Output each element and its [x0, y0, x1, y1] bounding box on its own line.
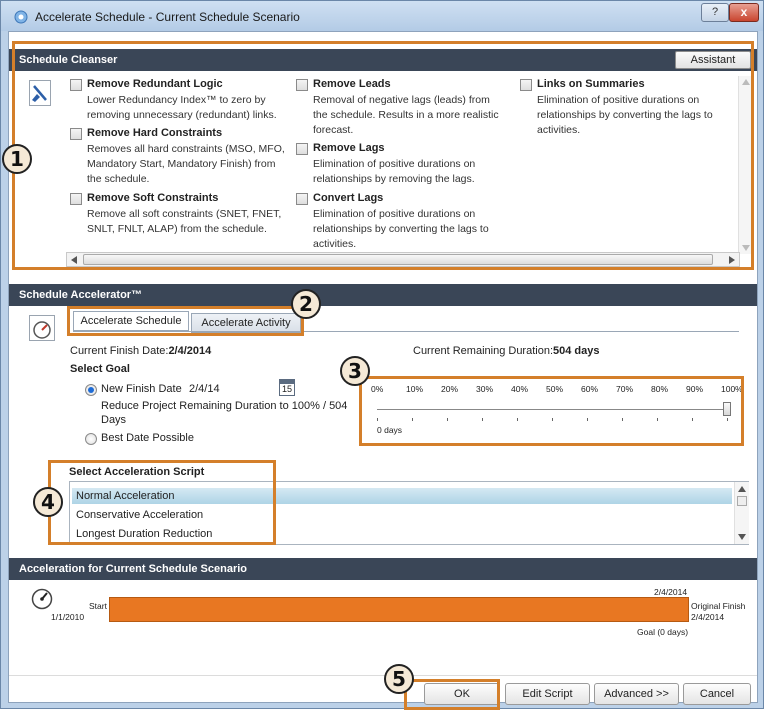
accelerator-gauge-icon — [29, 315, 55, 341]
scenario-speedometer-icon — [31, 588, 53, 610]
best-date-radio[interactable] — [85, 433, 97, 445]
original-finish-label: Original Finish — [691, 601, 746, 611]
original-finish-date: 2/4/2014 — [691, 612, 725, 622]
callout-badge-2: 2 — [291, 289, 321, 319]
callout-frame-slider — [359, 376, 744, 446]
callout-frame-tabs — [67, 306, 304, 336]
callout-badge-5: 5 — [384, 664, 414, 694]
reduce-duration-text: Reduce Project Remaining Duration to 100… — [101, 400, 348, 426]
app-icon — [14, 10, 28, 24]
advanced-button[interactable]: Advanced >> — [594, 683, 679, 705]
select-goal-heading: Select Goal — [70, 363, 130, 375]
callout-badge-4: 4 — [33, 487, 63, 517]
start-date: 1/1/2010 — [51, 612, 85, 622]
script-scroll-thumb[interactable] — [737, 496, 747, 506]
callout-badge-3: 3 — [340, 356, 370, 386]
best-date-label: Best Date Possible — [101, 432, 194, 444]
scenario-header: Acceleration for Current Schedule Scenar… — [9, 558, 757, 580]
calendar-icon[interactable]: 15 — [279, 379, 295, 396]
scenario-title: Acceleration for Current Schedule Scenar… — [19, 563, 248, 575]
accelerator-title: Schedule Accelerator™ — [19, 289, 143, 301]
callout-badge-1: 1 — [2, 144, 32, 174]
help-button[interactable]: ? — [701, 3, 729, 22]
script-list-scrollbar[interactable] — [734, 482, 749, 544]
footer-divider — [9, 675, 757, 676]
start-label: Start — [89, 601, 107, 611]
dialog-window: Accelerate Schedule - Current Schedule S… — [0, 0, 764, 710]
accelerator-header: Schedule Accelerator™ — [9, 284, 757, 306]
script-scroll-up-icon[interactable] — [738, 486, 746, 492]
cancel-button[interactable]: Cancel — [683, 683, 751, 705]
callout-frame-script — [48, 460, 276, 545]
new-finish-date-label: New Finish Date — [101, 383, 182, 395]
callout-frame-ok — [404, 679, 500, 710]
close-button[interactable]: x — [729, 3, 759, 22]
window-title: Accelerate Schedule - Current Schedule S… — [35, 10, 300, 24]
new-finish-date-radio[interactable] — [85, 384, 97, 396]
goal-label: Goal (0 days) — [637, 627, 689, 637]
script-scroll-down-icon[interactable] — [738, 534, 746, 540]
schedule-progress-bar — [109, 597, 689, 622]
current-finish-date: Current Finish Date:2/4/2014 — [70, 345, 212, 357]
new-finish-date-value[interactable]: 2/4/14 — [189, 383, 220, 395]
edit-script-button[interactable]: Edit Script — [505, 683, 590, 705]
title-bar[interactable]: Accelerate Schedule - Current Schedule S… — [1, 1, 763, 31]
bar-end-date: 2/4/2014 — [654, 587, 688, 597]
callout-frame-cleanser — [12, 41, 754, 270]
current-remaining-duration: Current Remaining Duration:504 days — [413, 345, 600, 357]
